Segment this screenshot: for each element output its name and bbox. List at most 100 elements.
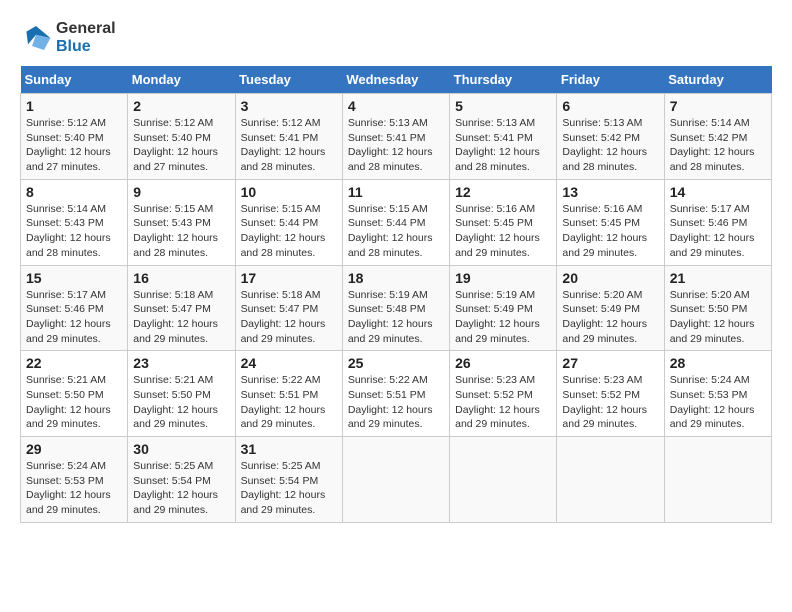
- day-info: Sunrise: 5:25 AM Sunset: 5:54 PM Dayligh…: [241, 459, 337, 518]
- day-number: 2: [133, 98, 229, 114]
- day-info: Sunrise: 5:21 AM Sunset: 5:50 PM Dayligh…: [26, 373, 122, 432]
- calendar-cell: [450, 437, 557, 523]
- day-info: Sunrise: 5:24 AM Sunset: 5:53 PM Dayligh…: [670, 373, 766, 432]
- day-info: Sunrise: 5:12 AM Sunset: 5:40 PM Dayligh…: [133, 116, 229, 175]
- calendar-cell: 11 Sunrise: 5:15 AM Sunset: 5:44 PM Dayl…: [342, 179, 449, 265]
- day-number: 10: [241, 184, 337, 200]
- day-number: 20: [562, 270, 658, 286]
- day-number: 14: [670, 184, 766, 200]
- day-info: Sunrise: 5:17 AM Sunset: 5:46 PM Dayligh…: [670, 202, 766, 261]
- day-info: Sunrise: 5:22 AM Sunset: 5:51 PM Dayligh…: [241, 373, 337, 432]
- day-info: Sunrise: 5:16 AM Sunset: 5:45 PM Dayligh…: [455, 202, 551, 261]
- calendar-cell: 6 Sunrise: 5:13 AM Sunset: 5:42 PM Dayli…: [557, 94, 664, 180]
- day-info: Sunrise: 5:12 AM Sunset: 5:41 PM Dayligh…: [241, 116, 337, 175]
- day-number: 27: [562, 355, 658, 371]
- day-info: Sunrise: 5:15 AM Sunset: 5:44 PM Dayligh…: [348, 202, 444, 261]
- day-number: 28: [670, 355, 766, 371]
- calendar-cell: 12 Sunrise: 5:16 AM Sunset: 5:45 PM Dayl…: [450, 179, 557, 265]
- calendar-row: 29 Sunrise: 5:24 AM Sunset: 5:53 PM Dayl…: [21, 437, 772, 523]
- day-info: Sunrise: 5:14 AM Sunset: 5:42 PM Dayligh…: [670, 116, 766, 175]
- calendar-cell: 24 Sunrise: 5:22 AM Sunset: 5:51 PM Dayl…: [235, 351, 342, 437]
- day-number: 21: [670, 270, 766, 286]
- day-info: Sunrise: 5:19 AM Sunset: 5:48 PM Dayligh…: [348, 288, 444, 347]
- calendar-cell: 26 Sunrise: 5:23 AM Sunset: 5:52 PM Dayl…: [450, 351, 557, 437]
- calendar-cell: 16 Sunrise: 5:18 AM Sunset: 5:47 PM Dayl…: [128, 265, 235, 351]
- day-info: Sunrise: 5:13 AM Sunset: 5:41 PM Dayligh…: [455, 116, 551, 175]
- day-info: Sunrise: 5:18 AM Sunset: 5:47 PM Dayligh…: [241, 288, 337, 347]
- weekday-header: Monday: [128, 66, 235, 94]
- day-info: Sunrise: 5:21 AM Sunset: 5:50 PM Dayligh…: [133, 373, 229, 432]
- calendar-row: 15 Sunrise: 5:17 AM Sunset: 5:46 PM Dayl…: [21, 265, 772, 351]
- day-info: Sunrise: 5:22 AM Sunset: 5:51 PM Dayligh…: [348, 373, 444, 432]
- calendar-cell: 13 Sunrise: 5:16 AM Sunset: 5:45 PM Dayl…: [557, 179, 664, 265]
- calendar-cell: 22 Sunrise: 5:21 AM Sunset: 5:50 PM Dayl…: [21, 351, 128, 437]
- logo-icon: [20, 22, 52, 54]
- calendar-cell: 2 Sunrise: 5:12 AM Sunset: 5:40 PM Dayli…: [128, 94, 235, 180]
- calendar-header-row: SundayMondayTuesdayWednesdayThursdayFrid…: [21, 66, 772, 94]
- calendar-cell: 14 Sunrise: 5:17 AM Sunset: 5:46 PM Dayl…: [664, 179, 771, 265]
- day-number: 15: [26, 270, 122, 286]
- day-number: 12: [455, 184, 551, 200]
- day-info: Sunrise: 5:24 AM Sunset: 5:53 PM Dayligh…: [26, 459, 122, 518]
- calendar-row: 22 Sunrise: 5:21 AM Sunset: 5:50 PM Dayl…: [21, 351, 772, 437]
- weekday-header: Thursday: [450, 66, 557, 94]
- day-info: Sunrise: 5:25 AM Sunset: 5:54 PM Dayligh…: [133, 459, 229, 518]
- weekday-header: Friday: [557, 66, 664, 94]
- calendar-cell: [557, 437, 664, 523]
- calendar-cell: 20 Sunrise: 5:20 AM Sunset: 5:49 PM Dayl…: [557, 265, 664, 351]
- day-number: 9: [133, 184, 229, 200]
- day-number: 29: [26, 441, 122, 457]
- calendar-cell: 31 Sunrise: 5:25 AM Sunset: 5:54 PM Dayl…: [235, 437, 342, 523]
- calendar-cell: 17 Sunrise: 5:18 AM Sunset: 5:47 PM Dayl…: [235, 265, 342, 351]
- calendar-cell: 30 Sunrise: 5:25 AM Sunset: 5:54 PM Dayl…: [128, 437, 235, 523]
- day-number: 1: [26, 98, 122, 114]
- day-number: 3: [241, 98, 337, 114]
- calendar-cell: 19 Sunrise: 5:19 AM Sunset: 5:49 PM Dayl…: [450, 265, 557, 351]
- calendar-body: 1 Sunrise: 5:12 AM Sunset: 5:40 PM Dayli…: [21, 94, 772, 523]
- day-info: Sunrise: 5:20 AM Sunset: 5:50 PM Dayligh…: [670, 288, 766, 347]
- day-number: 11: [348, 184, 444, 200]
- weekday-header: Tuesday: [235, 66, 342, 94]
- calendar-cell: 25 Sunrise: 5:22 AM Sunset: 5:51 PM Dayl…: [342, 351, 449, 437]
- logo-text: General Blue: [56, 20, 116, 56]
- day-number: 30: [133, 441, 229, 457]
- page-header: General Blue: [20, 20, 772, 56]
- calendar-cell: 1 Sunrise: 5:12 AM Sunset: 5:40 PM Dayli…: [21, 94, 128, 180]
- calendar-cell: 7 Sunrise: 5:14 AM Sunset: 5:42 PM Dayli…: [664, 94, 771, 180]
- day-number: 23: [133, 355, 229, 371]
- day-number: 19: [455, 270, 551, 286]
- day-number: 6: [562, 98, 658, 114]
- day-info: Sunrise: 5:13 AM Sunset: 5:42 PM Dayligh…: [562, 116, 658, 175]
- calendar-cell: 10 Sunrise: 5:15 AM Sunset: 5:44 PM Dayl…: [235, 179, 342, 265]
- day-number: 8: [26, 184, 122, 200]
- day-info: Sunrise: 5:23 AM Sunset: 5:52 PM Dayligh…: [455, 373, 551, 432]
- calendar-cell: 9 Sunrise: 5:15 AM Sunset: 5:43 PM Dayli…: [128, 179, 235, 265]
- day-info: Sunrise: 5:23 AM Sunset: 5:52 PM Dayligh…: [562, 373, 658, 432]
- day-info: Sunrise: 5:15 AM Sunset: 5:44 PM Dayligh…: [241, 202, 337, 261]
- day-info: Sunrise: 5:15 AM Sunset: 5:43 PM Dayligh…: [133, 202, 229, 261]
- day-number: 31: [241, 441, 337, 457]
- day-info: Sunrise: 5:19 AM Sunset: 5:49 PM Dayligh…: [455, 288, 551, 347]
- calendar-row: 8 Sunrise: 5:14 AM Sunset: 5:43 PM Dayli…: [21, 179, 772, 265]
- day-info: Sunrise: 5:17 AM Sunset: 5:46 PM Dayligh…: [26, 288, 122, 347]
- day-info: Sunrise: 5:20 AM Sunset: 5:49 PM Dayligh…: [562, 288, 658, 347]
- day-info: Sunrise: 5:16 AM Sunset: 5:45 PM Dayligh…: [562, 202, 658, 261]
- calendar-cell: 8 Sunrise: 5:14 AM Sunset: 5:43 PM Dayli…: [21, 179, 128, 265]
- logo: General Blue: [20, 20, 116, 56]
- weekday-header: Saturday: [664, 66, 771, 94]
- calendar-cell: 29 Sunrise: 5:24 AM Sunset: 5:53 PM Dayl…: [21, 437, 128, 523]
- day-number: 18: [348, 270, 444, 286]
- day-number: 22: [26, 355, 122, 371]
- weekday-header: Wednesday: [342, 66, 449, 94]
- day-number: 4: [348, 98, 444, 114]
- calendar-cell: 3 Sunrise: 5:12 AM Sunset: 5:41 PM Dayli…: [235, 94, 342, 180]
- day-info: Sunrise: 5:12 AM Sunset: 5:40 PM Dayligh…: [26, 116, 122, 175]
- day-info: Sunrise: 5:14 AM Sunset: 5:43 PM Dayligh…: [26, 202, 122, 261]
- calendar-cell: 21 Sunrise: 5:20 AM Sunset: 5:50 PM Dayl…: [664, 265, 771, 351]
- calendar-cell: 5 Sunrise: 5:13 AM Sunset: 5:41 PM Dayli…: [450, 94, 557, 180]
- calendar-cell: 15 Sunrise: 5:17 AM Sunset: 5:46 PM Dayl…: [21, 265, 128, 351]
- calendar-cell: [342, 437, 449, 523]
- day-number: 16: [133, 270, 229, 286]
- calendar-cell: 28 Sunrise: 5:24 AM Sunset: 5:53 PM Dayl…: [664, 351, 771, 437]
- calendar-cell: [664, 437, 771, 523]
